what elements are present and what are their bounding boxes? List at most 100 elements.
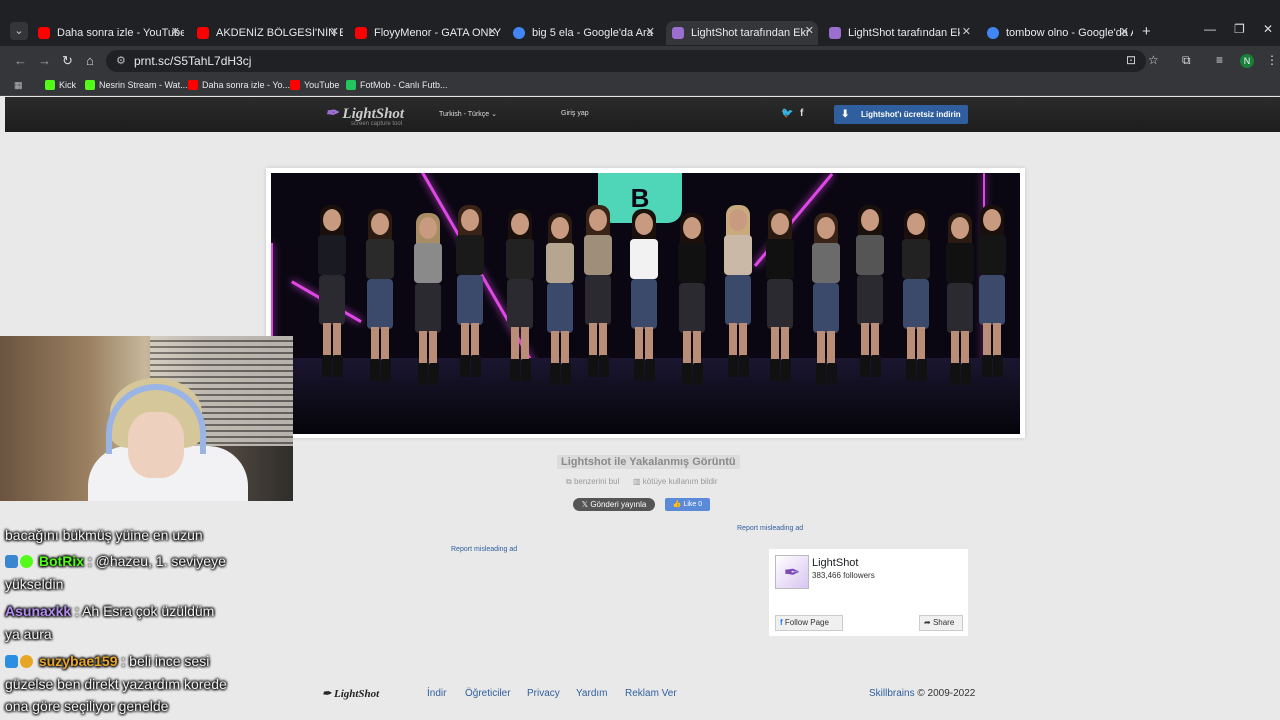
bookmark-label: Kick (59, 80, 77, 90)
extensions-icon[interactable]: ⧉ (1182, 53, 1191, 68)
tweet-button[interactable]: 𝕏 Gönderi yayınla (573, 498, 655, 511)
find-similar-link[interactable]: ⧉ benzerini bul (566, 477, 619, 487)
facebook-page-widget: ✒ LightShot 383,466 followers f Follow P… (769, 549, 968, 636)
tab-6[interactable]: tombow olno - Google'da Ara ✕ (987, 22, 1133, 44)
site-info-icon[interactable]: ⚙ (116, 50, 126, 72)
close-icon[interactable]: ✕ (1120, 25, 1129, 38)
screenshot-frame: B (266, 168, 1025, 438)
follow-page-button[interactable]: f Follow Page (775, 615, 843, 631)
like-button[interactable]: 👍 Like 0 (665, 498, 710, 511)
lightshot-icon (672, 27, 684, 39)
tab-3[interactable]: big 5 ela - Google'da Ara ✕ (513, 22, 659, 44)
skillbrains-link[interactable]: Skillbrains (869, 688, 915, 699)
feather-icon: ✒ (322, 688, 332, 700)
tab-label: Daha sonra izle - YouTube (57, 27, 184, 39)
lightshot-page-avatar[interactable]: ✒ (775, 555, 809, 589)
lightshot-header: ✒ LightShot screen capture tool Turkish -… (5, 97, 1280, 132)
gem-badge-icon (5, 655, 18, 668)
footer-logo[interactable]: ✒ LightShot (322, 687, 379, 700)
chat-username: BotRix (38, 553, 85, 569)
home-icon[interactable]: ⌂ (86, 53, 94, 68)
footer-link-privacy[interactable]: Privacy (527, 688, 560, 699)
streamer-webcam (0, 336, 293, 501)
verified-badge-icon (20, 555, 33, 568)
media-icon[interactable]: ≡ (1216, 53, 1223, 67)
screenshot-caption: Lightshot ile Yakalanmış Görüntü (557, 455, 740, 469)
lightshot-logo[interactable]: ✒ LightShot screen capture tool (325, 103, 404, 127)
report-abuse-link[interactable]: ▥ kötüye kullanım bildir (633, 477, 717, 486)
chat-line: ya aura (5, 626, 52, 642)
facebook-icon[interactable]: f (800, 108, 803, 119)
fb-page-name[interactable]: LightShot (812, 557, 858, 569)
twitter-icon[interactable]: 🐦 (781, 108, 793, 119)
chat-username: suzybae159 (38, 653, 118, 669)
bookmark-label: Daha sonra izle - Yo... (202, 80, 291, 90)
restore-icon[interactable]: ❐ (1234, 22, 1245, 36)
bookmarks-bar: ▦ Kick Nesrin Stream - Wat... Daha sonra… (0, 76, 1280, 96)
language-select[interactable]: Turkish - Türkçe ⌄ (439, 110, 497, 118)
bookmark-watch-later[interactable]: Daha sonra izle - Yo... (188, 80, 290, 90)
bookmark-youtube[interactable]: YouTube (290, 80, 339, 90)
footer-link-advertise[interactable]: Reklam Ver (625, 688, 677, 699)
find-similar-label: benzerini bul (573, 477, 620, 486)
minimize-icon[interactable]: — (1204, 22, 1216, 36)
share-button[interactable]: ➦ Share (919, 615, 963, 631)
chat-text: : @hazeu, 1. seviyeye (87, 553, 226, 569)
chat-text: ya aura (5, 626, 52, 642)
login-link[interactable]: Giriş yap (561, 110, 589, 117)
bookmark-nesrin[interactable]: Nesrin Stream - Wat... (85, 80, 188, 90)
bookmark-star-icon[interactable]: ☆ (1148, 53, 1159, 67)
sub-badge-icon (20, 655, 33, 668)
screen: ⌄ Daha sonra izle - YouTube ✕ AKDENİZ BÖ… (0, 0, 1280, 720)
report-ad-link[interactable]: Report misleading ad (737, 525, 803, 532)
close-icon[interactable]: ✕ (962, 25, 971, 38)
tab-5[interactable]: LightShot tarafından Ekran Gör ✕ (829, 22, 975, 44)
close-icon[interactable]: ✕ (330, 25, 339, 38)
chat-line: bacağını bükmüş yüine en uzun (5, 527, 203, 543)
close-icon[interactable]: ✕ (805, 24, 814, 37)
chat-line: suzybae159 : beli ince sesi (5, 653, 209, 669)
tab-label: LightShot tarafından Ekran Gör (848, 27, 960, 39)
menu-icon[interactable]: ⋮ (1266, 53, 1278, 67)
address-bar-row: ← → ↻ ⌂ ⚙ prnt.sc/S5TahL7dH3cj ⊡ ☆ ⧉ ≡ N… (0, 46, 1280, 76)
report-ad-link[interactable]: Report misleading ad (451, 546, 517, 553)
reload-icon[interactable]: ↻ (62, 53, 73, 69)
chat-line: Asunaxkk : Ah Esra çok üzüldüm (5, 603, 214, 619)
tab-label: big 5 ela - Google'da Ara (532, 27, 653, 39)
download-button[interactable]: ⬇ Lightshot'ı ücretsiz indirin (834, 105, 968, 124)
bookmark-fotmob[interactable]: FotMob - Canlı Futb... (346, 80, 448, 90)
install-icon[interactable]: ⊡ (1126, 53, 1136, 67)
footer-link-download[interactable]: İndir (427, 688, 446, 699)
close-icon[interactable]: ✕ (488, 25, 497, 38)
screenshot-image[interactable]: B (271, 173, 1020, 434)
apps-grid-icon[interactable]: ▦ (14, 80, 23, 91)
google-icon (987, 27, 999, 39)
bookmark-kick[interactable]: Kick (45, 80, 76, 90)
footer-link-help[interactable]: Yardım (576, 688, 608, 699)
tab-4-active[interactable]: LightShot tarafından Ekran Gör ✕ (666, 21, 818, 45)
chat-text: güzelse ben direkt yazardım korede (5, 676, 227, 692)
tweet-label: Gönderi yayınla (590, 500, 647, 509)
share-label: Share (932, 618, 955, 627)
bot-badge-icon (5, 555, 18, 568)
footer-link-tutorials[interactable]: Öğreticiler (465, 688, 511, 699)
new-tab-icon[interactable]: + (1142, 23, 1151, 40)
tab-label: tombow olno - Google'da Ara (1006, 27, 1133, 39)
copyright: Skillbrains © 2009-2022 (869, 688, 975, 699)
tab-2[interactable]: FloyyMenor - GATA ONLY ft. Cr ✕ (355, 22, 501, 44)
url-field[interactable]: ⚙ prnt.sc/S5TahL7dH3cj (106, 50, 1146, 72)
download-label: Lightshot'ı ücretsiz indirin (861, 110, 961, 119)
chat-text: yükseldin (5, 576, 64, 592)
close-icon[interactable]: ✕ (646, 25, 655, 38)
tab-label: AKDENİZ BÖLGESİ'NİN EN DÜŞ (216, 27, 343, 39)
close-icon[interactable]: ✕ (171, 25, 180, 38)
forward-icon[interactable]: → (38, 53, 51, 68)
logo-subtitle: screen capture tool (351, 121, 403, 127)
tab-1[interactable]: AKDENİZ BÖLGESİ'NİN EN DÜŞ ✕ (197, 22, 343, 44)
tab-search-icon[interactable]: ⌄ (10, 22, 28, 40)
back-icon[interactable]: ← (14, 53, 27, 68)
tab-0[interactable]: Daha sonra izle - YouTube ✕ (38, 22, 184, 44)
profile-avatar[interactable]: N (1240, 54, 1254, 68)
chat-line: ona göre seçiliyor genelde (5, 698, 168, 714)
window-close-icon[interactable]: ✕ (1263, 22, 1273, 36)
